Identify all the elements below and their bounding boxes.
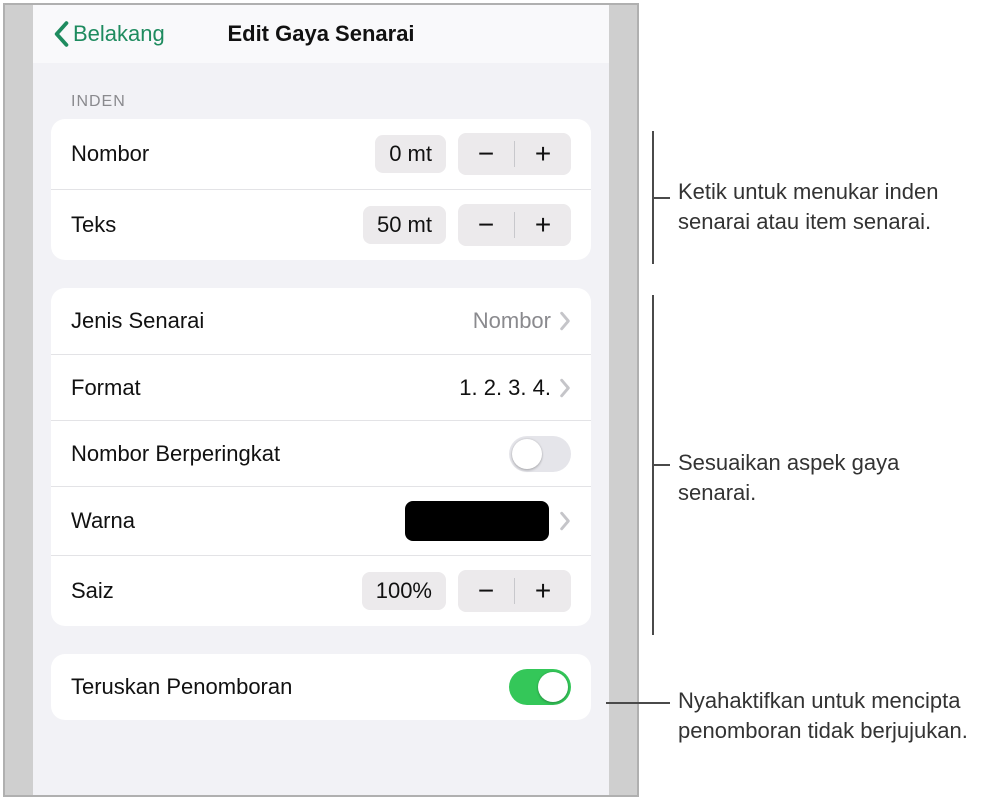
size-decrement[interactable]: − xyxy=(458,570,514,612)
indent-number-label: Nombor xyxy=(71,141,375,167)
navbar: Belakang Edit Gaya Senarai xyxy=(33,5,609,63)
size-stepper: − + xyxy=(458,570,571,612)
color-swatch xyxy=(405,501,549,541)
indent-text-increment[interactable]: + xyxy=(515,204,571,246)
continue-label: Teruskan Penomboran xyxy=(71,674,509,700)
style-group: Jenis Senarai Nombor Format 1. 2. 3. 4. … xyxy=(51,288,591,626)
ranked-number-toggle[interactable] xyxy=(509,436,571,472)
chevron-left-icon xyxy=(51,21,71,47)
back-button[interactable]: Belakang xyxy=(51,21,165,47)
toggle-knob xyxy=(538,672,568,702)
section-header-indent: INDEN xyxy=(33,63,609,119)
continue-group: Teruskan Penomboran xyxy=(51,654,591,720)
list-type-label: Jenis Senarai xyxy=(71,308,473,334)
callout-style: Sesuaikan aspek gaya senarai. xyxy=(678,448,978,507)
list-type-value: Nombor xyxy=(473,308,551,334)
callout-connector xyxy=(652,464,670,466)
indent-group: Nombor 0 mt − + Teks 50 mt − + xyxy=(51,119,591,260)
callout-connector xyxy=(606,702,670,704)
indent-text-stepper: − + xyxy=(458,204,571,246)
indent-number-increment[interactable]: + xyxy=(515,133,571,175)
chevron-right-icon xyxy=(559,311,571,331)
format-label: Format xyxy=(71,375,459,401)
settings-panel: Belakang Edit Gaya Senarai INDEN Nombor … xyxy=(3,3,639,797)
indent-text-value[interactable]: 50 mt xyxy=(363,206,446,244)
callout-continue: Nyahaktifkan untuk mencipta penomboran t… xyxy=(678,686,978,745)
size-row: Saiz 100% − + xyxy=(51,555,591,626)
toggle-knob xyxy=(512,439,542,469)
chevron-right-icon xyxy=(559,511,571,531)
indent-number-row: Nombor 0 mt − + xyxy=(51,119,591,189)
callout-indent: Ketik untuk menukar inden senarai atau i… xyxy=(678,177,978,236)
callout-connector xyxy=(652,197,670,199)
continue-toggle[interactable] xyxy=(509,669,571,705)
format-value: 1. 2. 3. 4. xyxy=(459,375,551,401)
indent-number-decrement[interactable]: − xyxy=(458,133,514,175)
continue-row: Teruskan Penomboran xyxy=(51,654,591,720)
indent-text-row: Teks 50 mt − + xyxy=(51,189,591,260)
ranked-number-row: Nombor Berperingkat xyxy=(51,420,591,486)
indent-text-label: Teks xyxy=(71,212,363,238)
size-value[interactable]: 100% xyxy=(362,572,446,610)
size-label: Saiz xyxy=(71,578,362,604)
color-row[interactable]: Warna xyxy=(51,486,591,555)
indent-number-stepper: − + xyxy=(458,133,571,175)
color-label: Warna xyxy=(71,508,405,534)
indent-number-value[interactable]: 0 mt xyxy=(375,135,446,173)
back-label: Belakang xyxy=(73,21,165,47)
format-row[interactable]: Format 1. 2. 3. 4. xyxy=(51,354,591,420)
ranked-number-label: Nombor Berperingkat xyxy=(71,441,509,467)
list-type-row[interactable]: Jenis Senarai Nombor xyxy=(51,288,591,354)
chevron-right-icon xyxy=(559,378,571,398)
indent-text-decrement[interactable]: − xyxy=(458,204,514,246)
settings-scroll[interactable]: Belakang Edit Gaya Senarai INDEN Nombor … xyxy=(33,5,609,795)
size-increment[interactable]: + xyxy=(515,570,571,612)
